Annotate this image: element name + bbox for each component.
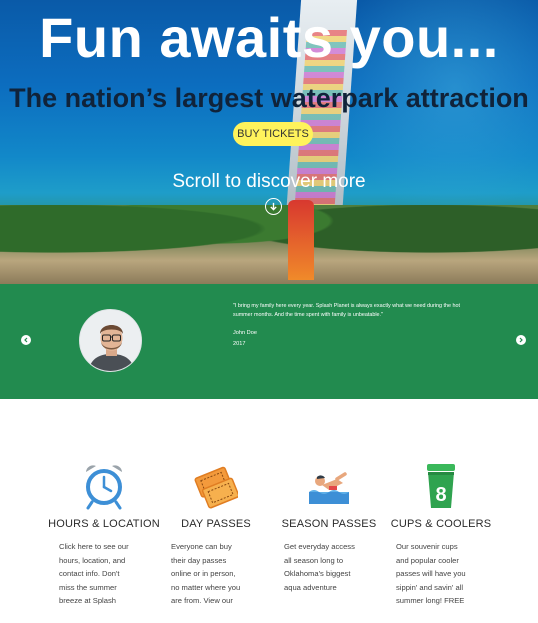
scroll-discover-link[interactable]: Scroll to discover more [0,170,538,194]
scroll-down-icon[interactable] [265,198,282,215]
alarm-clock-icon [86,465,122,510]
feature-title: SEASON PASSES [281,518,377,530]
feature-description: Get everyday access all season long to O… [284,542,355,592]
swimmer-icon [309,472,349,504]
buy-tickets-button[interactable]: BUY TICKETS [233,122,313,146]
feature-description: Click here to see our hours, location, a… [59,542,129,606]
person-portrait-icon [80,310,141,371]
svg-text:8: 8 [435,484,446,506]
hero-island [0,205,538,284]
feature-title: CUPS & COOLERS [390,518,492,530]
carousel-prev-button[interactable] [21,335,31,345]
feature-description: Everyone can buy their day passes online… [171,542,241,606]
cup-icon: 8 [427,464,455,508]
chevron-right-icon [519,337,523,343]
testimonial-avatar [79,309,142,372]
feature-title: DAY PASSES [181,518,251,530]
testimonial-author: John Doe [233,330,257,336]
feature-hours-location[interactable]: HOURS & LOCATION Click here to see our h… [44,462,164,608]
hero-title: Fun awaits you... [39,6,499,69]
hero-subtitle: The nation’s largest waterpark attractio… [9,83,529,113]
feature-season-passes[interactable]: SEASON PASSES Get everyday access all se… [269,462,389,594]
feature-description: Our souvenir cups and popular cooler pas… [396,542,466,606]
arrow-down-icon [270,202,277,211]
feature-cups-coolers[interactable]: 8 CUPS & COOLERS Our souvenir cups and p… [381,462,501,608]
testimonial-quote: "I bring my family here every year. Spla… [233,303,460,318]
chevron-left-icon [24,337,28,343]
testimonial-year: 2017 [233,341,246,347]
feature-title: HOURS & LOCATION [48,518,160,530]
tickets-icon [194,466,238,509]
hero-waterslide-tower [288,200,314,280]
carousel-next-button[interactable] [516,335,526,345]
feature-day-passes[interactable]: DAY PASSES Everyone can buy their day pa… [156,462,276,608]
